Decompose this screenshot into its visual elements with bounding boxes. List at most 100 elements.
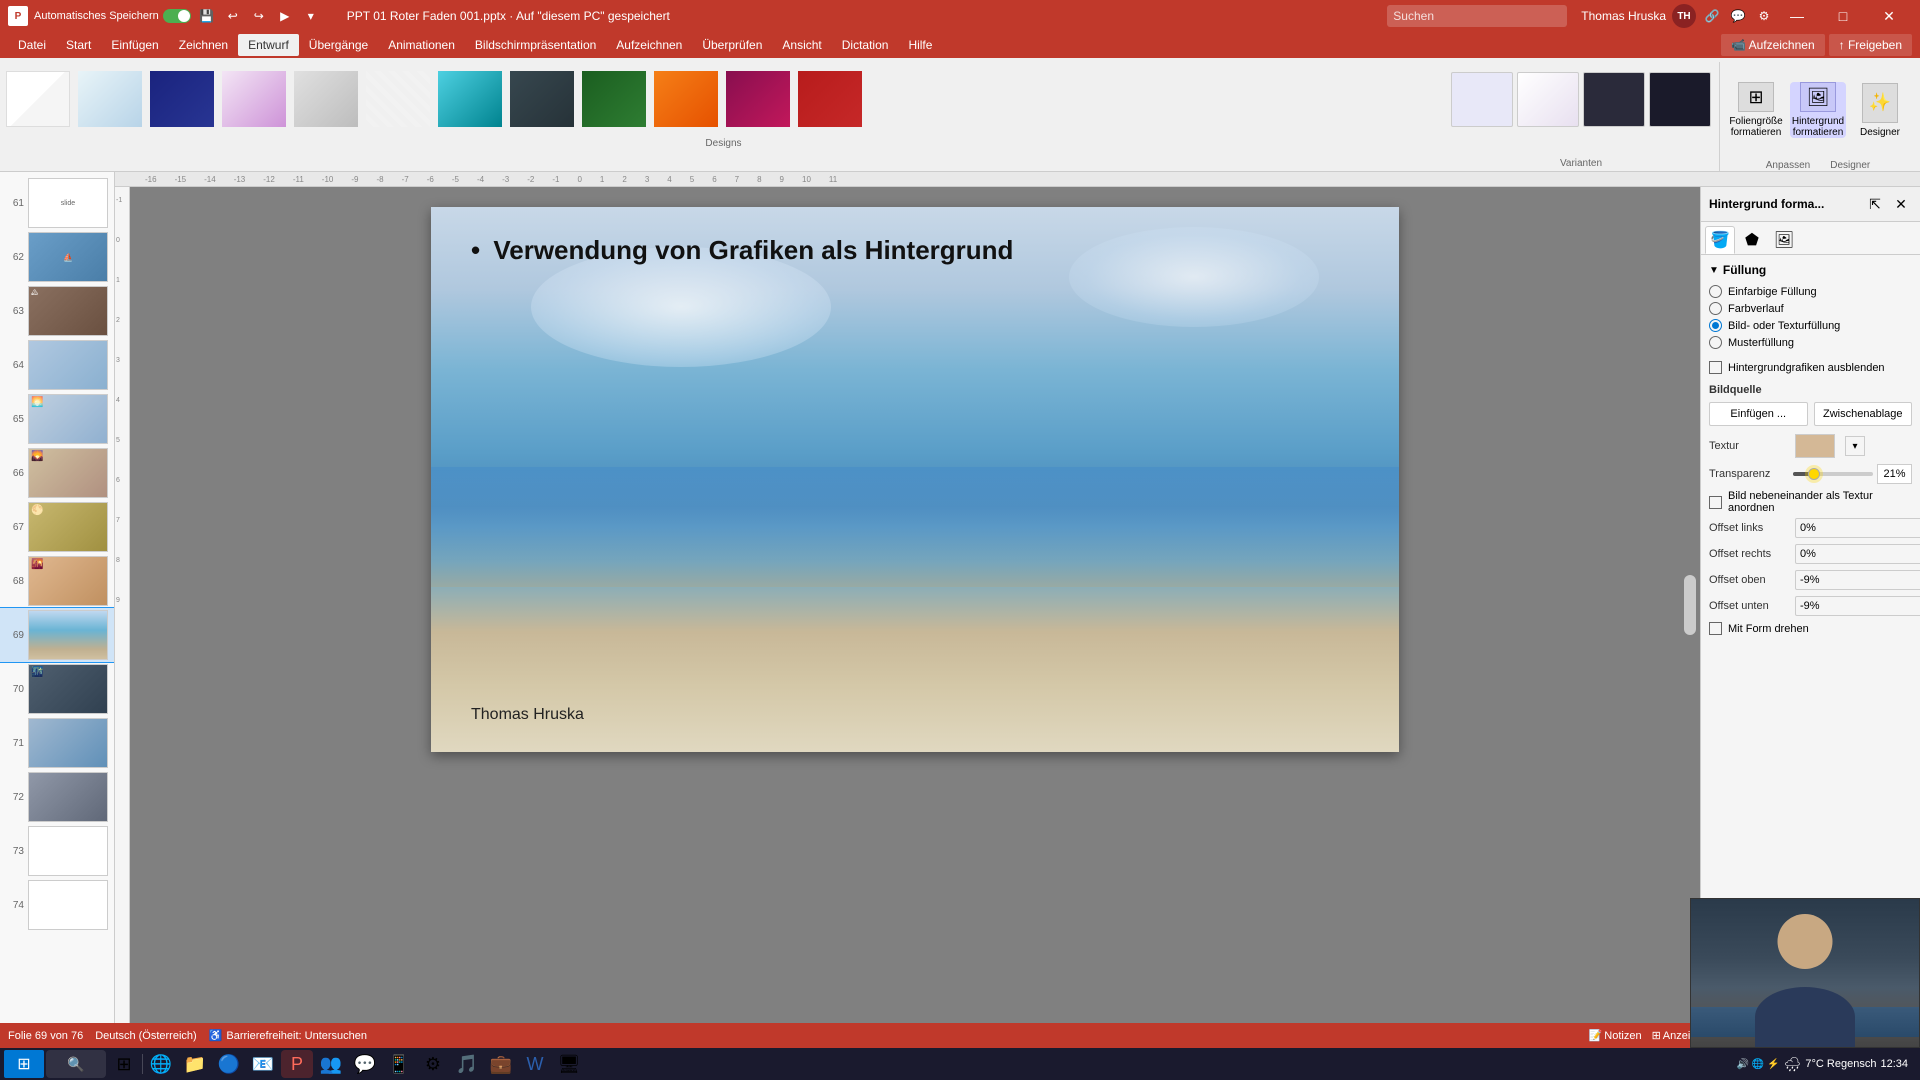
app3-icon[interactable]: 🎵 [451,1050,483,1078]
slide-65[interactable]: 65 🌅 [0,392,114,446]
variant-1[interactable] [1451,72,1513,127]
clock[interactable]: 12:34 [1880,1058,1908,1070]
accessibility-group[interactable]: ♿ Barrierefreiheit: Untersuchen [209,1029,367,1042]
einfuegen-button[interactable]: Einfügen ... [1709,402,1808,426]
maximize-button[interactable]: □ [1820,0,1866,32]
minimize-button[interactable]: — [1774,0,1820,32]
slide-63[interactable]: 63 🏔 [0,284,114,338]
slide-69[interactable]: 69 [0,608,114,662]
powerpoint-taskbar-icon[interactable]: P [281,1050,313,1078]
theme-12[interactable] [796,69,864,129]
app4-icon[interactable]: 💼 [485,1050,517,1078]
present-icon[interactable]: ▶ [275,6,295,26]
search-box[interactable]: Suchen [1387,5,1567,27]
bild-radio[interactable] [1709,319,1722,332]
teams-icon[interactable]: 👥 [315,1050,347,1078]
menu-hilfe[interactable]: Hilfe [898,34,942,56]
aufzeichnen-btn[interactable]: 📹 Aufzeichnen [1721,34,1825,56]
fuellung-header[interactable]: ▼ Füllung [1709,263,1912,277]
variant-2[interactable] [1517,72,1579,127]
muster-radio[interactable] [1709,336,1722,349]
save-icon[interactable]: 💾 [197,6,217,26]
slide-title[interactable]: • Verwendung von Grafiken als Hintergrun… [471,235,1013,266]
transparency-thumb[interactable] [1808,468,1820,480]
edge-icon[interactable]: 🌐 [145,1050,177,1078]
app1-icon[interactable]: 📱 [383,1050,415,1078]
tile-row[interactable]: Bild nebeneinander als Textur anordnen [1709,490,1912,514]
app5-icon[interactable]: 🖥 [553,1050,585,1078]
image-tab[interactable]: 🖼 [1769,226,1799,254]
hide-bg-checkbox[interactable] [1709,361,1722,374]
system-tray[interactable]: 🔊 🌐 ⚡ [1737,1059,1780,1070]
slide-70[interactable]: 70 🌃 [0,662,114,716]
hintergrund-button[interactable]: 🖼 Hintergrund formatieren [1790,82,1846,138]
menu-ueberpruefen[interactable]: Überprüfen [692,34,772,56]
outlook-icon[interactable]: 📧 [247,1050,279,1078]
notizen-btn[interactable]: 📝 Notizen [1589,1029,1642,1042]
theme-3[interactable] [148,69,216,129]
explorer-icon[interactable]: 📁 [179,1050,211,1078]
hide-bg-row[interactable]: Hintergrundgrafiken ausblenden [1709,361,1912,374]
einfarbig-option[interactable]: Einfarbige Füllung [1709,285,1912,298]
shape-tab[interactable]: ⬟ [1737,226,1767,254]
redo-icon[interactable]: ↪ [249,6,269,26]
theme-7[interactable] [436,69,504,129]
variant-4[interactable] [1649,72,1711,127]
settings-icon[interactable]: ⚙ [1754,6,1774,26]
editing-area[interactable]: • Verwendung von Grafiken als Hintergrun… [130,187,1700,1023]
freigeben-btn[interactable]: ↑ Freigeben [1829,34,1912,56]
slide-62[interactable]: 62 ⛵ [0,230,114,284]
user-avatar[interactable]: TH [1672,4,1696,28]
menu-datei[interactable]: Datei [8,34,56,56]
panel-close-icon[interactable]: ✕ [1890,193,1912,215]
menu-einfuegen[interactable]: Einfügen [101,34,168,56]
close-button[interactable]: ✕ [1866,0,1912,32]
word-icon[interactable]: W [519,1050,551,1078]
textur-menu-btn[interactable]: ▾ [1845,436,1865,456]
menu-start[interactable]: Start [56,34,101,56]
slide-72[interactable]: 72 [0,770,114,824]
fill-tab[interactable]: 🪣 [1705,226,1735,254]
theme-5[interactable] [292,69,360,129]
theme-2[interactable] [76,69,144,129]
theme-1[interactable] [4,69,72,129]
share-icon[interactable]: 🔗 [1702,6,1722,26]
menu-entwurf[interactable]: Entwurf [238,34,299,56]
autosave-toggle[interactable] [163,9,191,23]
offset-oben-input[interactable] [1795,570,1920,590]
slide-74[interactable]: 74 [0,878,114,932]
menu-zeichnen[interactable]: Zeichnen [169,34,238,56]
slide-73[interactable]: 73 [0,824,114,878]
taskview-btn[interactable]: ⊞ [108,1050,140,1078]
tile-checkbox[interactable] [1709,496,1722,509]
mit-form-row[interactable]: Mit Form drehen [1709,622,1912,635]
slide-61[interactable]: 61 slide [0,176,114,230]
theme-6[interactable] [364,69,432,129]
slide-64[interactable]: 64 [0,338,114,392]
theme-9[interactable] [580,69,648,129]
slide-67[interactable]: 67 🌕 [0,500,114,554]
slide-canvas[interactable]: • Verwendung von Grafiken als Hintergrun… [431,207,1399,752]
offset-unten-input[interactable] [1795,596,1920,616]
search-taskbar[interactable]: 🔍 [46,1050,106,1078]
weather-widget[interactable]: 🌧 7°C Regensch [1784,1056,1877,1073]
slide-panel[interactable]: 61 slide 62 ⛵ 63 🏔 64 65 🌅 [0,172,115,1023]
app2-icon[interactable]: ⚙ [417,1050,449,1078]
einfarbig-radio[interactable] [1709,285,1722,298]
designer-button[interactable]: ✨ Designer [1852,82,1908,138]
slide-66[interactable]: 66 🌄 [0,446,114,500]
slide-71[interactable]: 71 [0,716,114,770]
theme-8[interactable] [508,69,576,129]
menu-bildschirm[interactable]: Bildschirmpräsentation [465,34,606,56]
theme-4[interactable] [220,69,288,129]
skype-icon[interactable]: 💬 [349,1050,381,1078]
textur-preview[interactable] [1795,434,1835,458]
chrome-icon[interactable]: 🔵 [213,1050,245,1078]
theme-10[interactable] [652,69,720,129]
farbverlauf-option[interactable]: Farbverlauf [1709,302,1912,315]
undo-icon[interactable]: ↩ [223,6,243,26]
bild-option[interactable]: Bild- oder Texturfüllung [1709,319,1912,332]
slide-68[interactable]: 68 🌇 [0,554,114,608]
menu-ansicht[interactable]: Ansicht [772,34,831,56]
panel-detach-icon[interactable]: ⇱ [1864,193,1886,215]
